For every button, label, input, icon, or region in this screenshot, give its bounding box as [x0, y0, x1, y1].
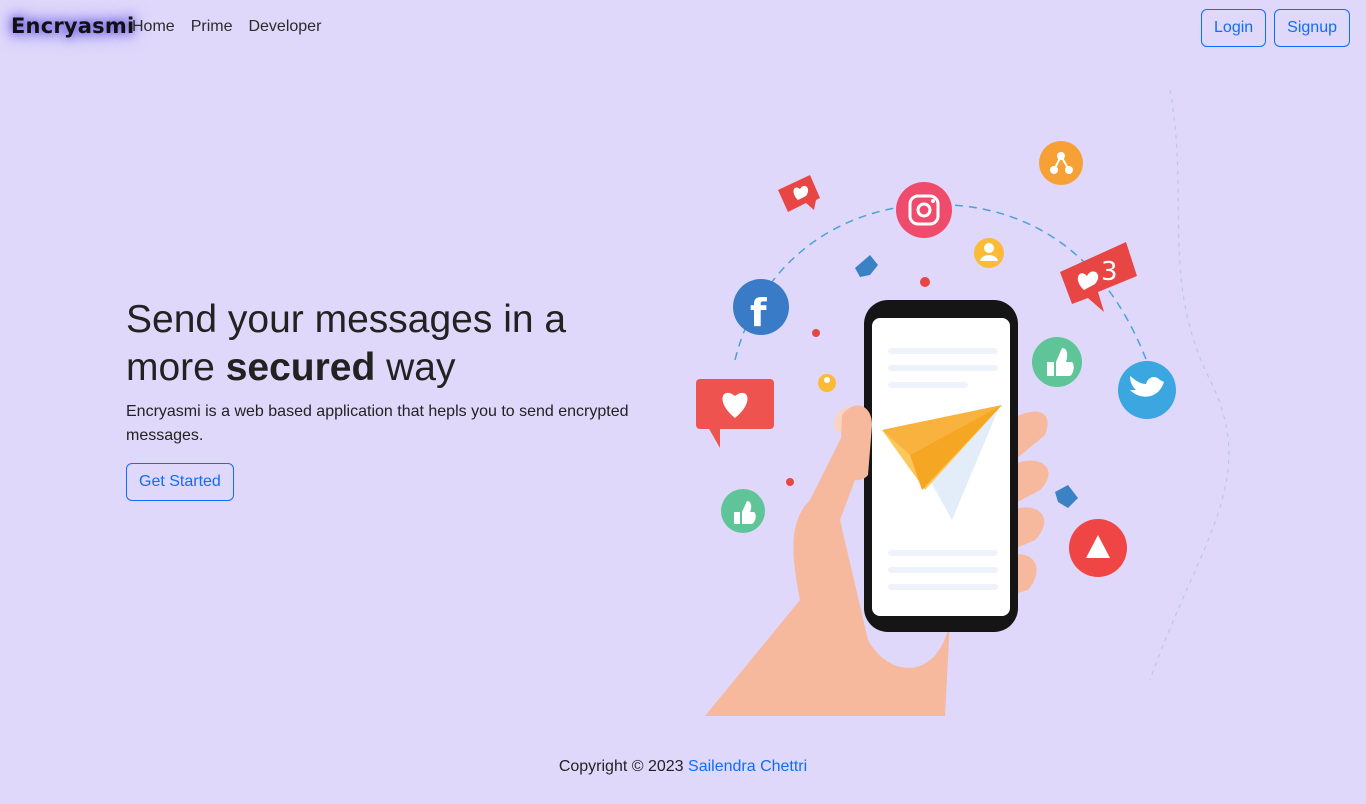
instagram-icon	[896, 182, 952, 238]
phone-illustration	[840, 300, 1018, 632]
navbar: Encryasmi Home Prime Developer Login Sig…	[0, 0, 1366, 56]
facebook-icon: f	[733, 279, 789, 335]
svg-text:3: 3	[1101, 257, 1118, 287]
author-link[interactable]: Sailendra Chettri	[688, 758, 807, 775]
nav-prime-link[interactable]: Prime	[191, 18, 233, 36]
nav-links: Home Prime Developer	[132, 18, 321, 36]
signup-button[interactable]: Signup	[1274, 9, 1350, 47]
hero-title-part2: way	[375, 346, 456, 389]
hero-title: Send your messages in a more secured way	[126, 296, 656, 392]
like-icon	[1032, 337, 1082, 387]
hero-subtitle: Encryasmi is a web based application tha…	[126, 403, 629, 444]
share-icon	[1039, 141, 1083, 185]
like-small-icon	[721, 489, 765, 533]
auth-buttons: Login Signup	[1201, 9, 1350, 47]
hero-title-bold: secured	[225, 346, 376, 389]
svg-text:f: f	[750, 291, 767, 335]
thumbs-up-small-icon	[1055, 485, 1078, 508]
small-user-icon	[818, 374, 836, 392]
hero-section: Send your messages in a more secured way…	[126, 296, 656, 448]
twitter-icon	[1118, 361, 1176, 419]
get-started-button[interactable]: Get Started	[126, 463, 234, 501]
count-heart-badge: 3	[1060, 242, 1137, 312]
heart-bubble-icon	[778, 175, 820, 212]
copyright-text: Copyright © 2023	[558, 758, 684, 775]
brand-logo[interactable]: Encryasmi	[11, 14, 134, 38]
footer: Copyright © 2023 Sailendra Chettri	[0, 758, 1366, 776]
hero-illustration: 3 f	[690, 80, 1250, 720]
user-icon	[974, 238, 1004, 268]
login-button[interactable]: Login	[1201, 9, 1267, 47]
youtube-icon	[1069, 519, 1127, 577]
nav-developer-link[interactable]: Developer	[248, 18, 321, 36]
thumbs-up-blue-icon	[855, 255, 878, 277]
heart-chat-icon	[696, 379, 774, 448]
nav-home-link[interactable]: Home	[132, 18, 175, 36]
